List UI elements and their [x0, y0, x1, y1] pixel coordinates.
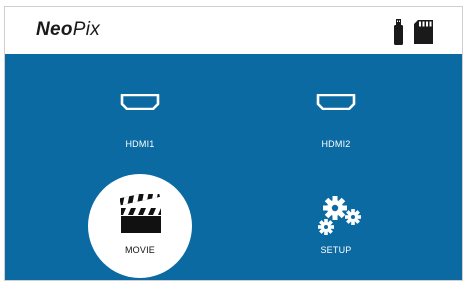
menu-item-movie[interactable]: MOVIE — [85, 170, 195, 278]
source-menu: HDMI1 HDMI2 MOVIE SETUP — [5, 54, 462, 280]
screen: NeoPix HDMI1 HDMI2 MOVIE SETUP — [0, 0, 467, 283]
hdmi-port-icon — [316, 94, 356, 110]
app-window: NeoPix HDMI1 HDMI2 MOVIE SETUP — [4, 6, 463, 281]
clapperboard-icon — [120, 194, 161, 233]
brand-logo-regular: Pix — [72, 19, 101, 40]
menu-item-setup[interactable]: SETUP — [281, 170, 391, 270]
menu-item-label: HDMI1 — [125, 139, 155, 149]
menu-item-label: MOVIE — [124, 245, 155, 255]
menu-item-label: HDMI2 — [321, 139, 351, 149]
brand-logo-bold: Neo — [36, 19, 73, 40]
hdmi-port-icon — [120, 94, 160, 110]
menu-item-hdmi1[interactable]: HDMI1 — [85, 83, 195, 183]
menu-item-label: SETUP — [320, 245, 352, 255]
header-bar: NeoPix — [5, 7, 462, 54]
menu-item-hdmi2[interactable]: HDMI2 — [281, 83, 391, 183]
gears-icon — [318, 196, 361, 235]
sd-card-icon — [414, 20, 433, 44]
usb-drive-icon — [394, 19, 403, 45]
brand-logo: NeoPix — [36, 19, 100, 41]
